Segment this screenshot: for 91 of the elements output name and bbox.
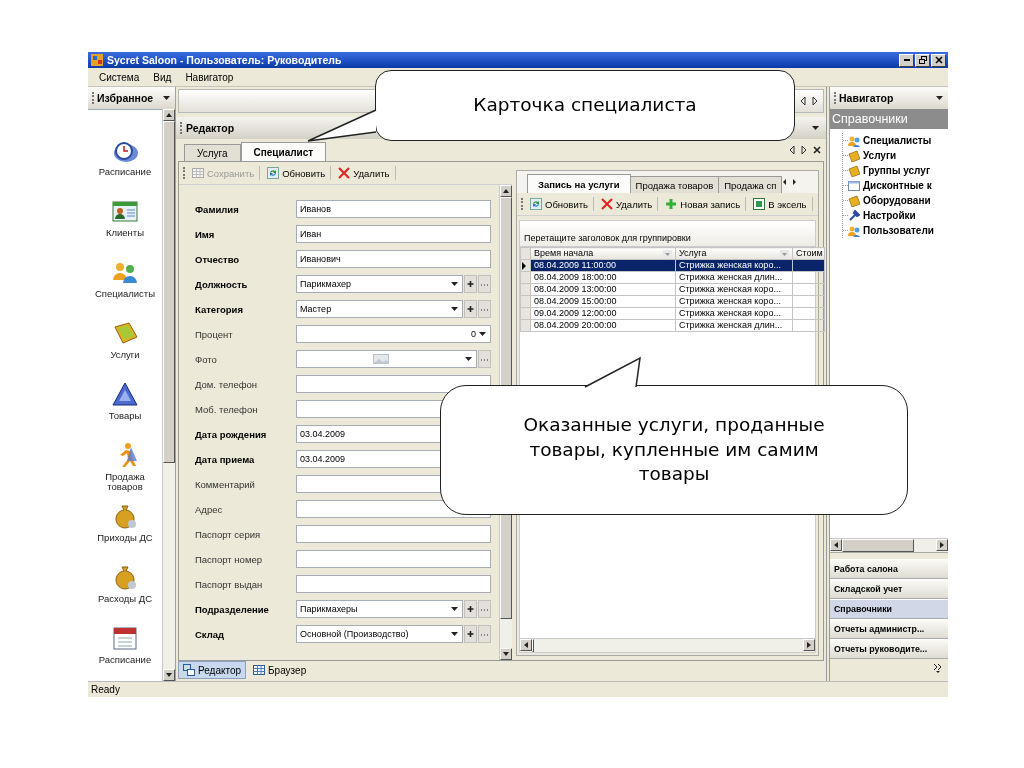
- panel-title: Избранное: [97, 92, 155, 104]
- tab[interactable]: Специалист: [240, 142, 327, 161]
- favorites-item[interactable]: Клиенты: [88, 197, 162, 258]
- callout-text: Карточка специалиста: [473, 93, 697, 117]
- toolbar-button[interactable]: Обновить: [262, 166, 332, 180]
- group-by-hint: Перетащите заголовок для группировки: [519, 220, 816, 246]
- table-row[interactable]: 08.04.2009 15:00:00 Стрижка женская коро...: [520, 295, 825, 308]
- field-label: Моб. телефон: [195, 403, 259, 415]
- field-label: Склад: [195, 628, 226, 640]
- table-row[interactable]: 09.04.2009 12:00:00 Стрижка женская коро...: [520, 307, 825, 320]
- field-label: Дата рождения: [195, 428, 268, 440]
- favorites-item[interactable]: Продажа товаров: [88, 441, 162, 502]
- window-title: Sycret Saloon - Пользователь: Руководитель: [107, 54, 343, 66]
- text-field[interactable]: Иван: [296, 225, 491, 243]
- field-label: Паспорт номер: [195, 553, 263, 565]
- table-cell: 08.04.2009 20:00:00: [530, 319, 676, 332]
- text-field[interactable]: Иванович: [296, 250, 491, 268]
- field-label: Дата приема: [195, 453, 256, 465]
- table-cell: Стрижка женская коро...: [675, 307, 793, 320]
- column-header[interactable]: Стоим: [792, 247, 825, 260]
- field-label: Процент: [195, 328, 234, 340]
- dropdown-field[interactable]: Парикмахер: [296, 275, 463, 293]
- field-label: Фото: [195, 353, 218, 365]
- dropdown-field[interactable]: Мастер: [296, 300, 463, 318]
- table-cell: Стрижка женская длин...: [675, 271, 793, 284]
- favorites-item[interactable]: Расписание: [88, 624, 162, 681]
- navigator-group-button[interactable]: Складской учет: [830, 579, 948, 599]
- section-title: Справочники: [830, 109, 948, 129]
- number-field[interactable]: 0: [296, 325, 491, 343]
- favorites-item[interactable]: Приходы ДС: [88, 502, 162, 563]
- navigator-group-button[interactable]: Работа салона: [830, 559, 948, 579]
- callout-text: Оказанные услуги, проданные товары, купленные им самим товары: [522, 412, 826, 487]
- column-header[interactable]: Время начала: [530, 247, 676, 260]
- tree-item[interactable]: Услуги: [848, 149, 897, 162]
- table-cell: 08.04.2009 18:00:00: [530, 271, 676, 284]
- favorites-item[interactable]: Расходы ДС: [88, 563, 162, 624]
- navigator-group-button[interactable]: Отчеты администр...: [830, 619, 948, 639]
- tab[interactable]: Браузер: [248, 661, 312, 679]
- favorites-item[interactable]: Товары: [88, 380, 162, 441]
- tree-item[interactable]: Группы услуг: [848, 164, 931, 177]
- navigator-group-button[interactable]: Отчеты руководите...: [830, 639, 948, 659]
- menu-item[interactable]: Система: [92, 71, 147, 83]
- field-label: Фамилия: [195, 203, 240, 215]
- tree-item[interactable]: Настройки: [848, 209, 916, 222]
- dropdown-field[interactable]: Парикмахеры: [296, 600, 463, 618]
- field-label: Дом. телефон: [195, 378, 259, 390]
- toolbar-button[interactable]: Удалить: [333, 166, 396, 180]
- favorites-item[interactable]: Услуги: [88, 319, 162, 380]
- table-cell: Стрижка женская коро...: [675, 295, 793, 308]
- status-text: Ready: [91, 684, 120, 695]
- table-cell: 08.04.2009 15:00:00: [530, 295, 676, 308]
- toolbar-button[interactable]: В эксель: [748, 197, 813, 211]
- tree-item[interactable]: Пользователи: [848, 224, 934, 237]
- table-row[interactable]: 08.04.2009 11:00:00 Стрижка женская коро...: [520, 259, 825, 272]
- panel-title: Редактор: [186, 122, 236, 134]
- tab[interactable]: Запись на услуги: [527, 174, 631, 193]
- field-label: Паспорт выдан: [195, 578, 264, 590]
- field-label: Паспорт серия: [195, 528, 262, 540]
- toolbar-button[interactable]: Новая запись: [660, 197, 747, 211]
- tree-item[interactable]: Дисконтные к: [848, 179, 932, 192]
- tab[interactable]: Продажа сп: [718, 176, 783, 193]
- table-cell: Стрижка женская длин...: [675, 319, 793, 332]
- field-label: Имя: [195, 228, 216, 240]
- field-label: Комментарий: [195, 478, 256, 490]
- field-label: Отчество: [195, 253, 241, 265]
- menu-item[interactable]: Навигатор: [178, 71, 241, 83]
- toolbar-button[interactable]: Обновить: [525, 197, 594, 211]
- table-row[interactable]: 08.04.2009 20:00:00 Стрижка женская длин...: [520, 319, 825, 332]
- field-label: Категория: [195, 303, 244, 315]
- tab[interactable]: Услуга: [184, 144, 241, 161]
- field-label: Должность: [195, 278, 249, 290]
- table-cell: 09.04.2009 12:00:00: [530, 307, 676, 320]
- menu-item[interactable]: Вид: [146, 71, 179, 83]
- tab[interactable]: Продажа товаров: [629, 176, 720, 193]
- toolbar-button[interactable]: Удалить: [596, 197, 659, 211]
- table-cell: Стрижка женская коро...: [675, 283, 793, 296]
- table-cell: 08.04.2009 13:00:00: [530, 283, 676, 296]
- text-field[interactable]: Иванов: [296, 200, 491, 218]
- navigator-group-button[interactable]: Справочники: [830, 599, 948, 619]
- field-label: Адрес: [195, 503, 224, 515]
- field-label: Подразделение: [195, 603, 270, 615]
- panel-title: Навигатор: [839, 92, 895, 104]
- favorites-item[interactable]: Расписание: [88, 136, 162, 197]
- dropdown-field[interactable]: Основной (Производство): [296, 625, 463, 643]
- table-row[interactable]: 08.04.2009 18:00:00 Стрижка женская длин...: [520, 271, 825, 284]
- favorites-item[interactable]: Специалисты: [88, 258, 162, 319]
- table-row[interactable]: 08.04.2009 13:00:00 Стрижка женская коро...: [520, 283, 825, 296]
- tab[interactable]: Редактор: [178, 661, 247, 679]
- tree-item[interactable]: Специалисты: [848, 134, 932, 147]
- tree-item[interactable]: Оборудовани: [848, 194, 931, 207]
- column-header[interactable]: Услуга: [675, 247, 793, 260]
